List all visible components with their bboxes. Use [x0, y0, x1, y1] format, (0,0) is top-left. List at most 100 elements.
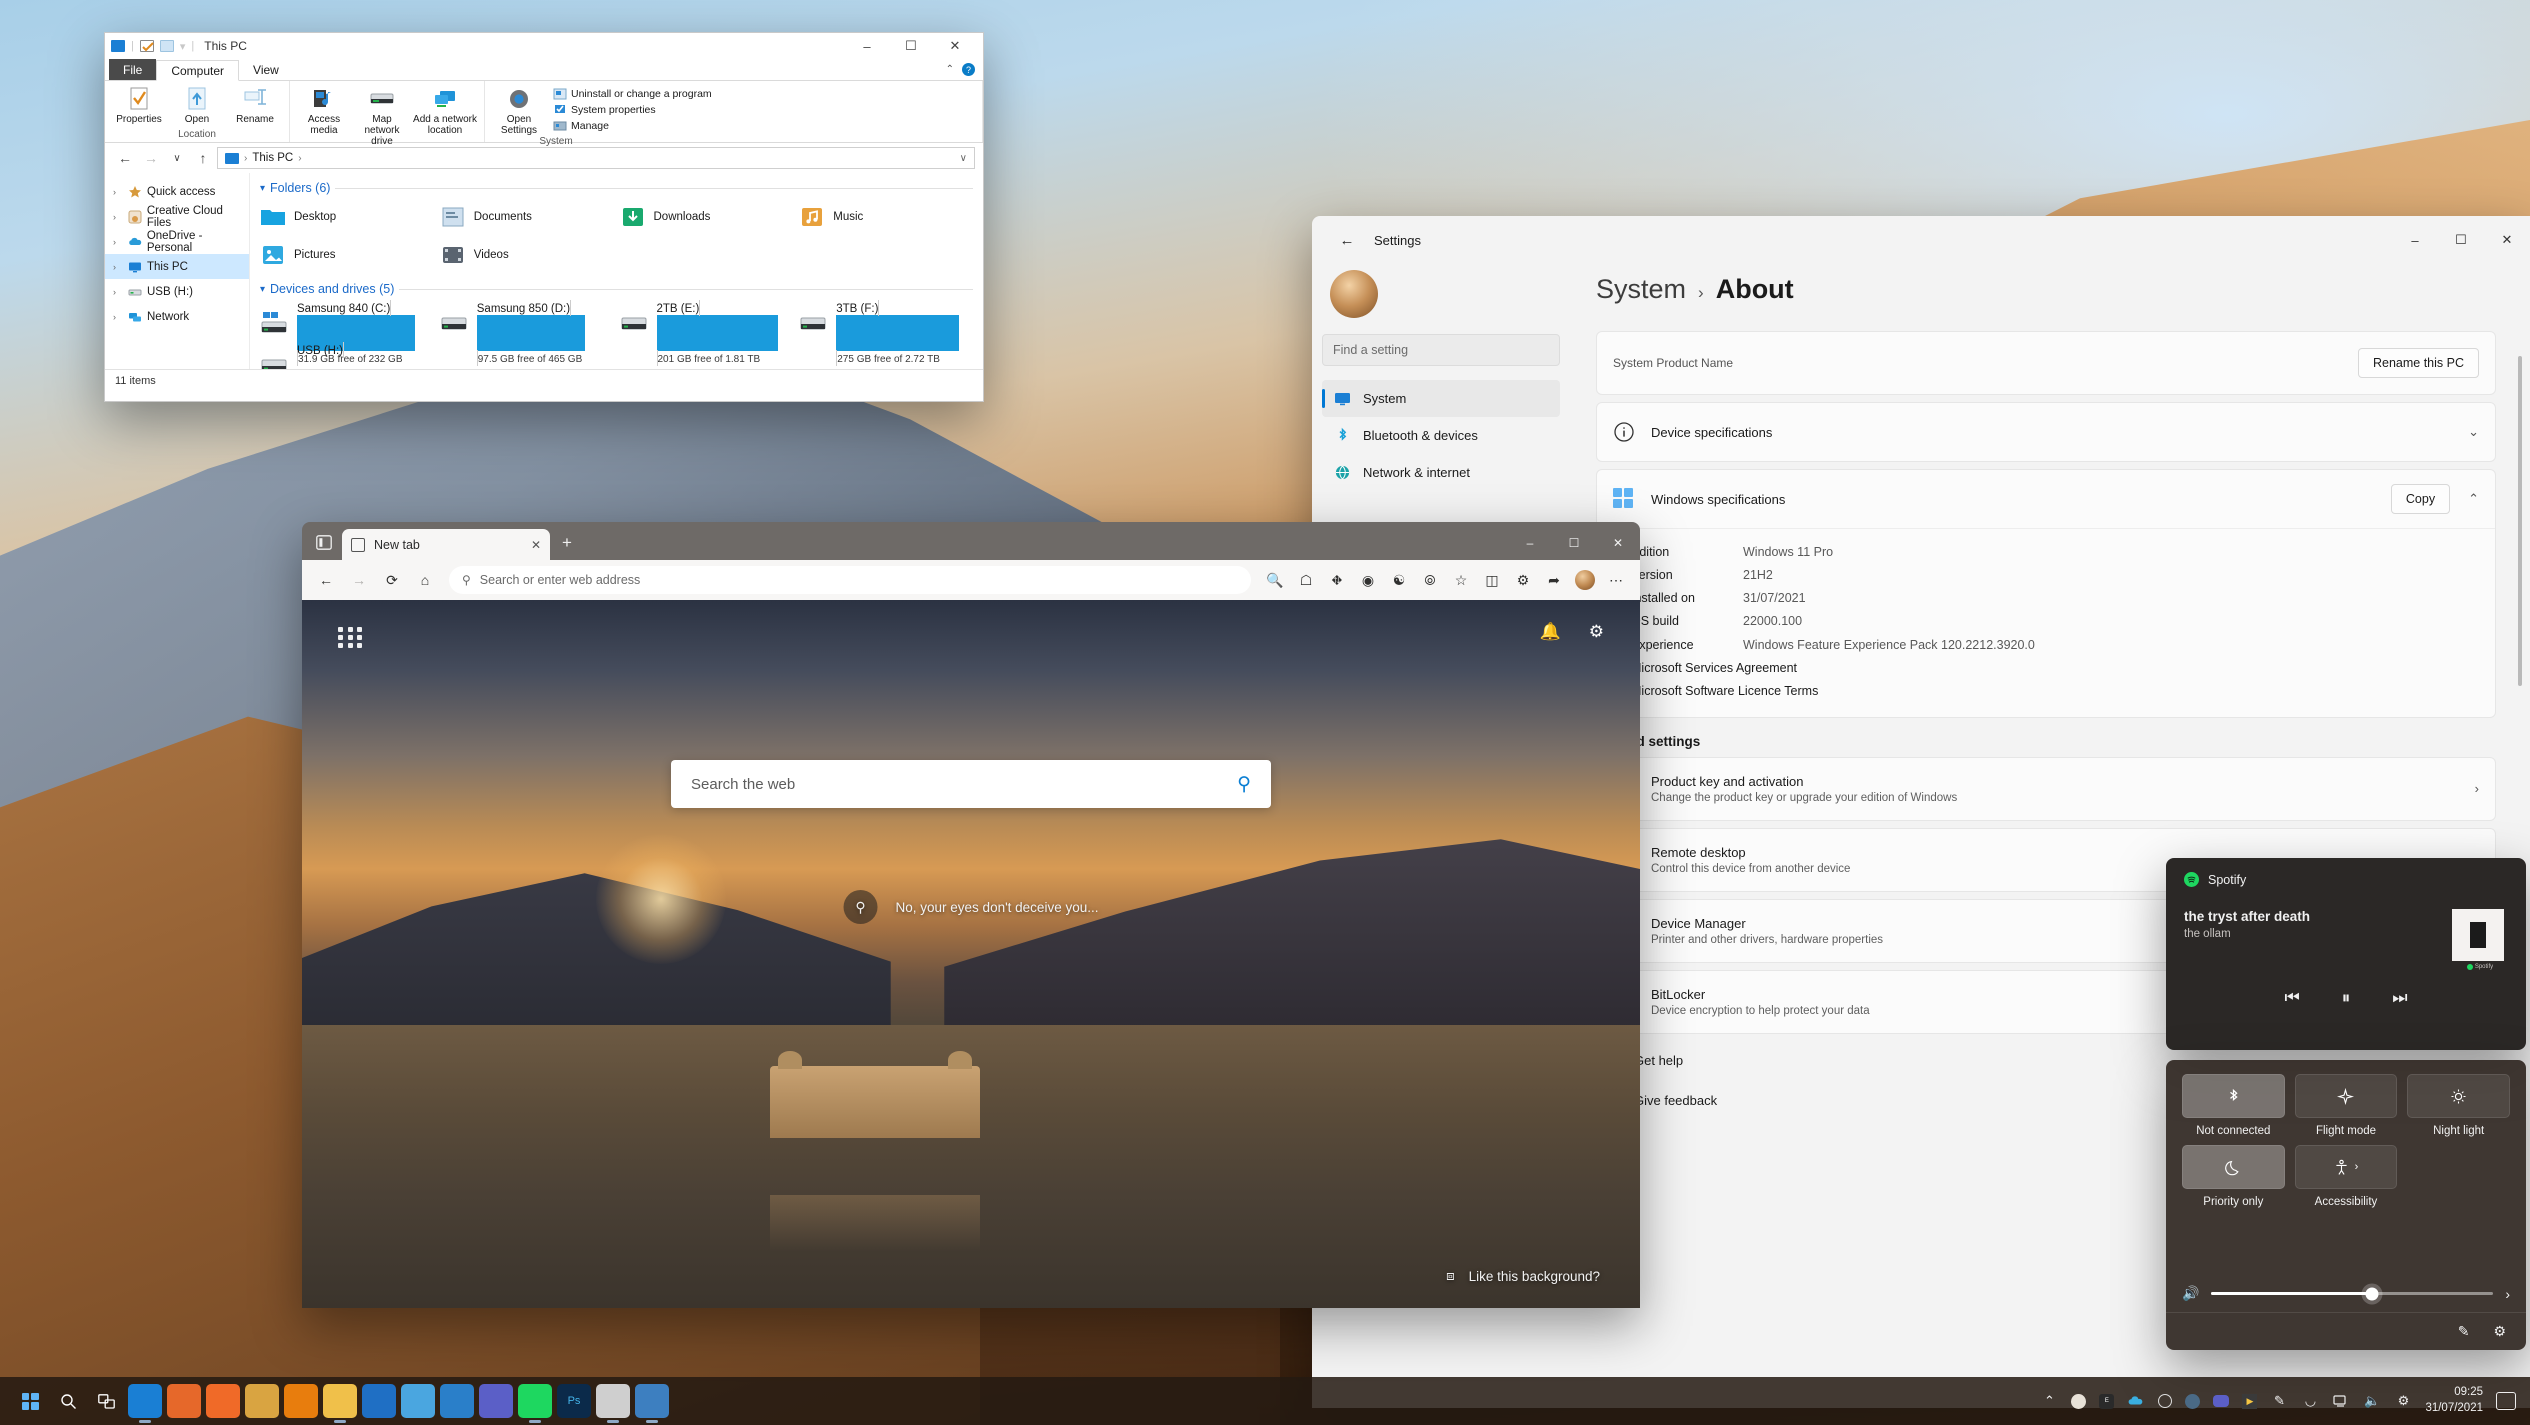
pencil-icon[interactable]: ✎ [2458, 1323, 2470, 1340]
explorer-ribbon[interactable]: Properties Open Rename Location Access m… [105, 81, 983, 158]
task-view-button[interactable] [90, 1385, 122, 1417]
chevron-right-icon[interactable]: › [113, 212, 123, 222]
drives-grid[interactable]: Samsung 840 (C:) 31.9 GB free of 232 GB … [260, 300, 973, 369]
taskbar[interactable]: Ps ⌃ E ▶ ✎ ◡ 🔈 ⚙ 09:25 31/07/2021 [0, 1377, 2530, 1425]
sidebar-item-network-internet[interactable]: Network & internet [1322, 454, 1560, 491]
edge-close-button[interactable]: ✕ [1596, 526, 1640, 560]
discord-icon[interactable] [2213, 1395, 2230, 1407]
chevron-right-icon[interactable]: › [2475, 781, 2479, 796]
folders-grid[interactable]: Desktop Documents Downloads Music Pictur… [260, 200, 973, 272]
gear-icon[interactable]: ⚙ [1589, 622, 1604, 642]
magnifier-icon[interactable]: ⚲ [1237, 773, 1251, 796]
moon-phase-icon[interactable] [2071, 1393, 2087, 1409]
settings-search-input[interactable]: Find a setting [1322, 334, 1560, 366]
taskbar-app-blender[interactable] [284, 1384, 318, 1418]
pause-button[interactable]: ⏸ [2342, 988, 2351, 1008]
ribbon-tab-actions[interactable]: ⌃ ? [946, 59, 983, 80]
previous-track-button[interactable]: ⏮ [2284, 988, 2299, 1008]
bluetooth-icon[interactable] [2182, 1074, 2285, 1118]
sidebar-item-onedrive[interactable]: › OneDrive - Personal [105, 229, 249, 254]
quick-settings-footer[interactable]: ✎ ⚙ [2166, 1312, 2526, 1350]
taskbar-app-photoshop[interactable]: Ps [557, 1384, 591, 1418]
next-track-button[interactable]: ⏭ [2392, 988, 2407, 1008]
gear-icon[interactable]: ⚙ [2493, 1323, 2506, 1340]
explorer-ribbon-tabs[interactable]: File Computer View ⌃ ? [105, 59, 983, 81]
notification-icon[interactable] [2496, 1392, 2516, 1410]
quick-tile-flight-mode[interactable]: Flight mode [2294, 1074, 2398, 1137]
chevron-right-icon[interactable]: › [113, 262, 123, 272]
explorer-navigation-bar[interactable]: ← → ∨ ↑ › This PC › ∨ [105, 143, 983, 173]
taskbar-app-teams[interactable] [479, 1384, 513, 1418]
settings-close-button[interactable]: ✕ [2484, 216, 2530, 264]
ribbon-collapse-icon[interactable]: ⌃ [946, 64, 954, 75]
sidebar-item-this-pc[interactable]: › This PC [105, 254, 249, 279]
ribbon-button-rename[interactable]: Rename [227, 84, 283, 129]
refresh-icon[interactable]: ⟳ [377, 565, 407, 595]
taskbar-app-brave[interactable] [206, 1384, 240, 1418]
read-aloud-icon[interactable]: ☖ [1291, 565, 1321, 595]
back-icon[interactable]: ← [311, 565, 341, 595]
chevron-right-icon[interactable]: › [2355, 1161, 2359, 1173]
explorer-minimize-button[interactable]: – [845, 33, 889, 59]
taskbar-app-edge[interactable] [128, 1384, 162, 1418]
folder-item-music[interactable]: Music [799, 200, 973, 234]
folder-item-videos[interactable]: Videos [440, 238, 614, 272]
windows-specifications-card[interactable]: Windows specifications Copy ⌃ Edition Wi… [1596, 469, 2496, 718]
profile-avatar[interactable] [1570, 565, 1600, 595]
taskbar-pinned-apps[interactable]: Ps [128, 1384, 669, 1418]
drive-item-f[interactable]: 3TB (F:) 275 GB free of 2.72 TB [799, 300, 973, 366]
quick-tile-accessibility[interactable]: › Accessibility [2294, 1145, 2398, 1208]
shopping-icon[interactable]: ⛖ [1322, 565, 1352, 595]
avatar[interactable] [1330, 270, 1378, 318]
ribbon-tab-file[interactable]: File [109, 59, 157, 80]
edge-tab-strip[interactable]: New tab ✕ + – ☐ ✕ [302, 522, 1640, 560]
bell-icon[interactable]: 🔔 [1540, 622, 1561, 642]
address-bar[interactable]: › This PC › ∨ [217, 147, 975, 169]
drive-item-e[interactable]: 2TB (E:) 201 GB free of 1.81 TB [620, 300, 794, 366]
quick-settings-panel[interactable]: Not connected Flight mode Night light Pr… [2166, 1060, 2526, 1350]
address-dropdown-icon[interactable]: ∨ [960, 153, 967, 164]
info-icon[interactable]: ⚲ [843, 890, 878, 924]
taskbar-app-vscode[interactable] [440, 1384, 474, 1418]
browser-tab[interactable]: New tab ✕ [342, 529, 550, 560]
chevron-right-icon[interactable]: › [113, 312, 123, 322]
taskbar-left[interactable]: Ps [0, 1384, 669, 1418]
link-software-licence-terms[interactable]: Microsoft Software Licence Terms [1631, 680, 2479, 703]
nav-recent-locations-button[interactable]: ∨ [165, 146, 189, 170]
home-icon[interactable]: ⌂ [410, 565, 440, 595]
quick-tile-priority-only[interactable]: Priority only [2182, 1145, 2285, 1208]
edge-toolbar[interactable]: ← → ⟳ ⌂ ⚲ Search or enter web address 🔍 … [302, 560, 1640, 600]
settings-maximize-button[interactable]: ☐ [2438, 216, 2484, 264]
arc-icon[interactable]: ◡ [2301, 1392, 2319, 1410]
tab-list-icon[interactable] [308, 527, 340, 557]
file-explorer-window[interactable]: | ▾ | This PC – ☐ ✕ File Computer View ⌃… [104, 32, 984, 402]
tray-expand-icon[interactable]: ⌃ [2040, 1392, 2058, 1410]
folder-item-downloads[interactable]: Downloads [620, 200, 794, 234]
edge-window-controls[interactable]: – ☐ ✕ [1508, 526, 1640, 560]
ribbon-tab-view[interactable]: View [239, 59, 293, 80]
taskbar-app-store[interactable] [401, 1384, 435, 1418]
properties-icon[interactable] [139, 40, 154, 52]
clock[interactable]: 09:25 31/07/2021 [2425, 1385, 2483, 1416]
coupon-icon[interactable]: ◉ [1353, 565, 1383, 595]
collections-badge-icon[interactable]: ☯ [1384, 565, 1414, 595]
ribbon-tab-computer[interactable]: Computer [156, 60, 240, 81]
chevron-right-icon[interactable]: › [113, 237, 123, 247]
settings-window-controls[interactable]: – ☐ ✕ [2392, 216, 2530, 264]
speaker-icon[interactable]: 🔊 [2182, 1285, 2199, 1302]
taskbar-app-settings[interactable] [635, 1384, 669, 1418]
system-tray[interactable]: ⌃ E ▶ ✎ ◡ 🔈 ⚙ 09:25 31/07/2021 [2040, 1385, 2530, 1416]
airplane-icon[interactable] [2294, 1074, 2398, 1118]
share-icon[interactable]: ➦ [1539, 565, 1569, 595]
edge-browser-window[interactable]: New tab ✕ + – ☐ ✕ ← → ⟳ ⌂ ⚲ Search or en… [302, 522, 1640, 1308]
sidebar-item-usb-h[interactable]: › USB (H:) [105, 279, 249, 304]
ribbon-button-access-media[interactable]: Access media [296, 84, 352, 147]
expand-icon[interactable]: ⧈ [1446, 1268, 1455, 1284]
drives-section-header[interactable]: ▾ Devices and drives (5) [260, 282, 973, 296]
ribbon-item-system-properties[interactable]: System properties [553, 103, 712, 117]
edge-maximize-button[interactable]: ☐ [1552, 526, 1596, 560]
breadcrumb[interactable]: System › About [1596, 274, 2496, 305]
ribbon-button-map-network-drive[interactable]: Map network drive [354, 84, 410, 147]
chevron-up-icon[interactable]: ⌃ [2468, 491, 2479, 507]
nav-forward-button[interactable]: → [139, 146, 163, 170]
